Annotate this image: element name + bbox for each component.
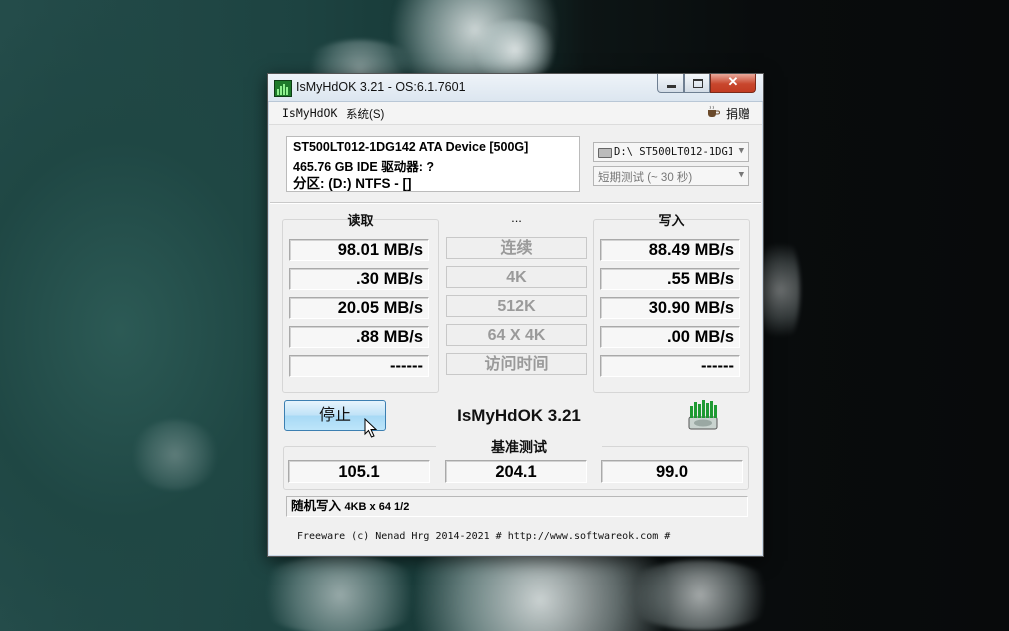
app-name-label: IsMyHdOK 3.21 bbox=[457, 406, 581, 425]
middle-header: ... bbox=[511, 210, 522, 225]
write-512k-value: 30.90 MB/s bbox=[600, 297, 740, 319]
label-access-time: 访问时间 bbox=[446, 353, 587, 375]
drive-partition: 分区: (D:) NTFS - [] bbox=[293, 176, 412, 191]
drive-selector[interactable]: D:\ ST500LT012-1DG1· ▼ bbox=[593, 142, 749, 162]
chevron-down-icon: ▼ bbox=[738, 170, 744, 180]
read-64x4k-value: .88 MB/s bbox=[289, 326, 429, 348]
duration-selector[interactable]: 短期测试 (~ 30 秒) ▼ bbox=[593, 166, 749, 186]
duration-selector-value: 短期测试 (~ 30 秒) bbox=[598, 172, 693, 184]
write-header: 写入 bbox=[658, 213, 685, 228]
read-header: 读取 bbox=[347, 213, 374, 228]
label-4k: 4K bbox=[446, 266, 587, 288]
menu-system[interactable]: 系统(S) bbox=[346, 106, 384, 122]
hdd-bars-icon[interactable] bbox=[686, 398, 720, 432]
status-detail: 4KB x 64 1/2 bbox=[344, 501, 410, 513]
close-button[interactable]: ✕ bbox=[710, 74, 756, 93]
read-access-value: ------ bbox=[289, 355, 429, 377]
drive-model: ST500LT012-1DG142 ATA Device [500G] bbox=[293, 140, 529, 154]
mouse-cursor-icon bbox=[364, 418, 378, 438]
label-64x4k: 64 X 4K bbox=[446, 324, 587, 346]
write-64x4k-value: .00 MB/s bbox=[600, 326, 740, 348]
write-seq-value: 88.49 MB/s bbox=[600, 239, 740, 261]
write-4k-value: .55 MB/s bbox=[600, 268, 740, 290]
status-text: 随机写入 bbox=[291, 499, 342, 513]
title-bar[interactable]: IsMyHdOK 3.21 - OS:6.1.7601 ✕ bbox=[268, 74, 763, 102]
coffee-cup-icon bbox=[708, 105, 720, 117]
read-512k-value: 20.05 MB/s bbox=[289, 297, 429, 319]
minimize-button[interactable] bbox=[657, 74, 684, 93]
drive-selector-value: D:\ ST500LT012-1DG1· bbox=[614, 146, 732, 158]
divider bbox=[270, 202, 761, 204]
benchmark-write-score: 99.0 bbox=[601, 460, 743, 483]
benchmark-read-score: 105.1 bbox=[288, 460, 430, 483]
benchmark-header: 基准测试 bbox=[436, 437, 602, 457]
read-seq-value: 98.01 MB/s bbox=[289, 239, 429, 261]
write-access-value: ------ bbox=[600, 355, 740, 377]
menu-bar: IsMyHdOK 系统(S) 捐赠 bbox=[269, 102, 762, 125]
chevron-down-icon: ▼ bbox=[738, 146, 744, 156]
status-bar: 随机写入 4KB x 64 1/2 bbox=[286, 496, 748, 517]
drive-icon bbox=[598, 148, 612, 158]
benchmark-total-score: 204.1 bbox=[445, 460, 587, 483]
menu-ismyhdok[interactable]: IsMyHdOK bbox=[282, 106, 337, 120]
label-512k: 512K bbox=[446, 295, 587, 317]
minimize-icon bbox=[667, 85, 676, 88]
ismyhdok-window: IsMyHdOK 3.21 - OS:6.1.7601 ✕ IsMyHdOK 系… bbox=[267, 73, 764, 557]
maximize-button[interactable] bbox=[684, 74, 710, 93]
drive-info-box: ST500LT012-1DG142 ATA Device [500G] 465.… bbox=[286, 136, 580, 192]
read-4k-value: .30 MB/s bbox=[289, 268, 429, 290]
label-sequential: 连续 bbox=[446, 237, 587, 259]
window-title: IsMyHdOK 3.21 - OS:6.1.7601 bbox=[296, 80, 466, 94]
donate-link[interactable]: 捐赠 bbox=[726, 105, 750, 122]
maximize-icon bbox=[693, 79, 703, 88]
close-icon: ✕ bbox=[727, 74, 739, 90]
footer-link[interactable]: Freeware (c) Nenad Hrg 2014-2021 # http:… bbox=[297, 531, 670, 542]
hdd-bars-icon bbox=[274, 80, 292, 97]
